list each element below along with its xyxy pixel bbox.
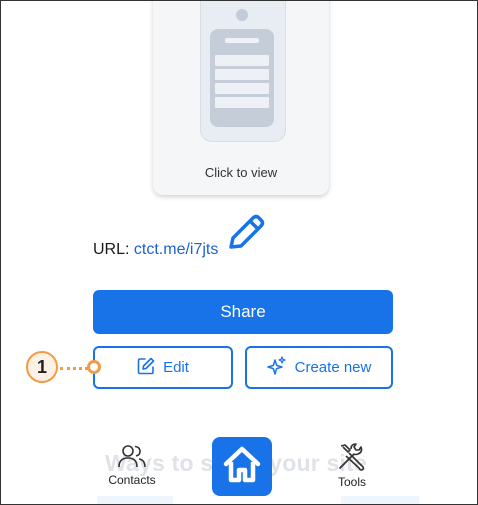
nav-tools[interactable]: Tools — [312, 443, 392, 489]
edit-button[interactable]: Edit — [93, 346, 233, 389]
nav-contacts[interactable]: Contacts — [92, 443, 172, 487]
pencil-icon[interactable] — [225, 213, 267, 258]
callout-pointer — [87, 360, 101, 374]
phone-mockup — [200, 1, 286, 142]
bottom-strip — [97, 496, 173, 504]
phone-screen-row — [215, 69, 269, 80]
phone-screen-row — [215, 97, 269, 108]
home-button[interactable] — [212, 437, 272, 496]
edit-label: Edit — [163, 359, 189, 376]
sparkle-icon — [266, 355, 287, 380]
page-preview-card[interactable]: Click to view — [153, 1, 329, 195]
bottom-strip — [341, 496, 419, 504]
phone-screen-row — [215, 83, 269, 94]
create-new-button[interactable]: Create new — [245, 346, 393, 389]
callout-badge: 1 — [26, 351, 58, 383]
contacts-label: Contacts — [108, 473, 156, 487]
callout-connector — [60, 367, 88, 370]
url-link[interactable]: ctct.me/i7jts — [134, 241, 218, 258]
share-button[interactable]: Share — [93, 290, 393, 334]
url-row: URL: ctct.me/i7jts — [93, 241, 218, 259]
phone-camera-dot — [236, 9, 248, 21]
page-frame: Click to view URL: ctct.me/i7jts Share E… — [0, 0, 478, 505]
home-icon — [222, 445, 262, 488]
phone-screen — [210, 29, 274, 127]
create-new-label: Create new — [294, 359, 372, 376]
edit-icon — [137, 357, 155, 379]
url-label: URL: — [93, 241, 130, 258]
tools-label: Tools — [337, 475, 366, 489]
phone-screen-row — [215, 55, 269, 66]
preview-caption: Click to view — [204, 165, 278, 180]
phone-screen-header — [222, 29, 262, 51]
contacts-icon — [92, 443, 172, 469]
tools-icon — [312, 443, 392, 471]
